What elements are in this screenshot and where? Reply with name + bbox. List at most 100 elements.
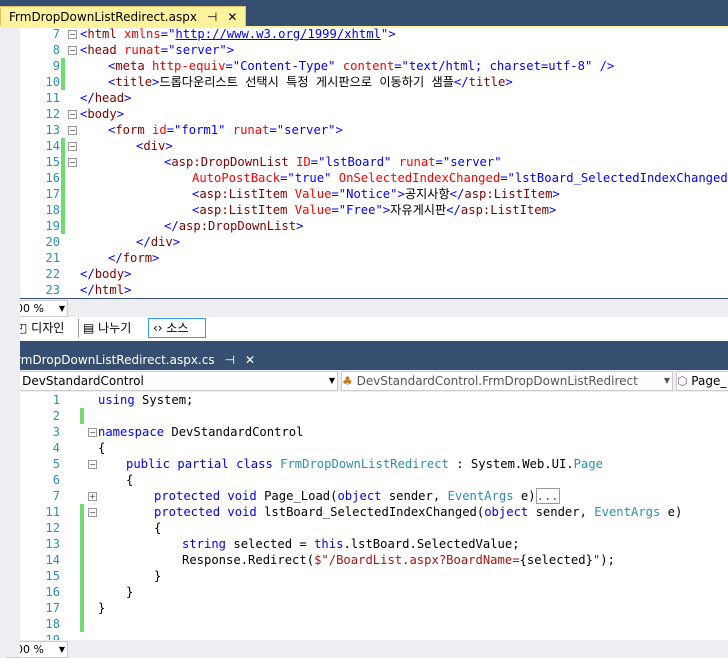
code-line: protected void Page_Load(object sender, … <box>154 488 560 504</box>
collapse-icon[interactable]: − <box>68 142 77 151</box>
line-number: 15 <box>45 155 60 169</box>
code-token: : System.Web.UI. <box>448 457 574 471</box>
line-number: 10 <box>45 75 60 89</box>
collapse-icon[interactable]: − <box>88 460 97 469</box>
collapse-icon[interactable]: − <box>68 158 77 167</box>
code-token: runat <box>391 155 436 169</box>
collapse-icon[interactable]: − <box>68 126 77 135</box>
source-icon: ‹› <box>153 321 167 335</box>
aspx-editor[interactable]: 7− <html xmlns="http://www.w3.org/1999/xh… <box>20 28 728 298</box>
code-token: </ <box>80 283 95 297</box>
line-number: 12 <box>45 107 60 121</box>
chevron-down-icon: ▼ <box>663 376 670 385</box>
code-token: body <box>94 267 125 281</box>
code-token: form <box>115 123 145 137</box>
code-line: <asp:ListItem Value="Notice">공지사항</asp:L… <box>192 186 560 202</box>
code-token: string <box>182 537 227 551</box>
code-token: </ <box>80 267 95 281</box>
collapse-icon[interactable]: − <box>88 428 97 437</box>
code-token: http-equiv <box>144 59 226 73</box>
change-marker <box>80 584 84 600</box>
code-token: > <box>124 91 132 105</box>
tab-aspx[interactable]: FrmDropDownListRedirect.aspx ⊣ ✕ <box>0 6 247 27</box>
code-token: /> <box>592 59 615 73</box>
code-token: content <box>335 59 395 73</box>
project-dropdown[interactable]: ▣ DevStandardControl▼ <box>6 371 338 391</box>
tab-source[interactable]: ‹› 소스 <box>148 318 206 338</box>
cs-editor[interactable]: 1 using System; 2 3− namespace DevStandardCo… <box>20 392 728 640</box>
code-token: html <box>87 28 117 41</box>
code-line: } <box>98 600 105 616</box>
code-token: asp:DropDownList <box>171 155 289 169</box>
code-token: </ <box>164 219 179 233</box>
code-token: object <box>484 505 529 519</box>
code-token: sender, <box>528 505 595 519</box>
class-icon: ♣ <box>342 374 357 388</box>
change-marker <box>80 600 84 616</box>
line-number: 2 <box>52 409 60 423</box>
close-icon[interactable]: ✕ <box>227 10 237 24</box>
code-line: using System; <box>98 392 193 408</box>
change-marker <box>80 568 84 584</box>
line-number: 11 <box>45 505 60 519</box>
code-token: "> <box>380 28 396 41</box>
code-token: http://www.w3.org/1999/xhtml <box>175 28 381 41</box>
change-marker <box>80 504 84 520</box>
tab-split[interactable]: ▤ 나누기 <box>78 319 135 337</box>
code-token: 드롭다운리스트 선택시 특정 게시판으로 이동하기 샘플 <box>159 75 454 89</box>
code-token: ="form1" <box>166 123 226 137</box>
design-label: 디자인 <box>31 321 65 335</box>
collapse-icon[interactable]: − <box>88 508 97 517</box>
code-token: FrmDropDownListRedirect <box>280 457 449 471</box>
code-token: runat <box>225 123 270 137</box>
code-token: void <box>227 489 257 503</box>
line-number: 17 <box>45 187 60 201</box>
class-dropdown[interactable]: ♣ DevStandardControl.FrmDropDownListRedi… <box>341 371 673 391</box>
code-token: =" <box>160 28 176 41</box>
close-icon[interactable]: ✕ <box>245 353 255 367</box>
code-token: ="server"> <box>269 123 343 137</box>
line-number: 19 <box>45 633 60 640</box>
line-number: 5 <box>52 457 60 471</box>
line-number: 18 <box>45 617 60 631</box>
expand-icon[interactable]: + <box>88 492 97 501</box>
code-line: { <box>126 472 133 488</box>
change-marker <box>61 154 65 170</box>
line-number: 4 <box>52 441 60 455</box>
chevron-down-icon: ▼ <box>58 645 65 654</box>
code-token: void <box>227 505 257 519</box>
code-token: > <box>165 139 173 153</box>
tab-design[interactable]: ◰ 디자인 <box>12 319 68 337</box>
code-token: EventArgs <box>447 489 514 503</box>
code-token: selected = <box>226 537 315 551</box>
code-token: id <box>144 123 167 137</box>
code-line: { <box>98 440 105 456</box>
code-token: sender, <box>381 489 448 503</box>
code-token: > <box>296 219 304 233</box>
collapse-icon[interactable]: − <box>68 46 77 55</box>
code-token: </ <box>80 91 95 105</box>
code-token: > <box>152 251 160 265</box>
code-token: ="Notice"> <box>331 187 405 201</box>
code-token: div <box>143 139 166 153</box>
code-token: body <box>87 107 117 121</box>
code-token: EventArgs <box>594 505 661 519</box>
pin-icon[interactable]: ⊣ <box>207 10 217 24</box>
chevron-down-icon: ▼ <box>58 304 65 313</box>
code-token: using <box>98 393 135 407</box>
code-line: <meta http-equiv="Content-Type" content=… <box>108 58 614 74</box>
code-token: { <box>126 473 134 487</box>
code-token: ="text/html; charset=utf-8" <box>394 59 593 73</box>
tab-cs[interactable]: FrmDropDownListRedirect.aspx.cs ⊣ ✕ <box>6 350 259 370</box>
line-number: 22 <box>45 267 60 281</box>
code-line: } <box>126 584 133 600</box>
collapse-icon[interactable]: − <box>68 110 77 119</box>
change-marker <box>80 408 84 424</box>
code-token: title <box>468 75 506 89</box>
pin-icon[interactable]: ⊣ <box>225 353 235 367</box>
line-number: 16 <box>45 171 60 185</box>
code-token: e) <box>513 489 536 503</box>
member-dropdown[interactable]: ⬡ Page_ <box>676 371 728 391</box>
code-token: } <box>98 601 106 615</box>
collapse-icon[interactable]: − <box>68 30 77 39</box>
